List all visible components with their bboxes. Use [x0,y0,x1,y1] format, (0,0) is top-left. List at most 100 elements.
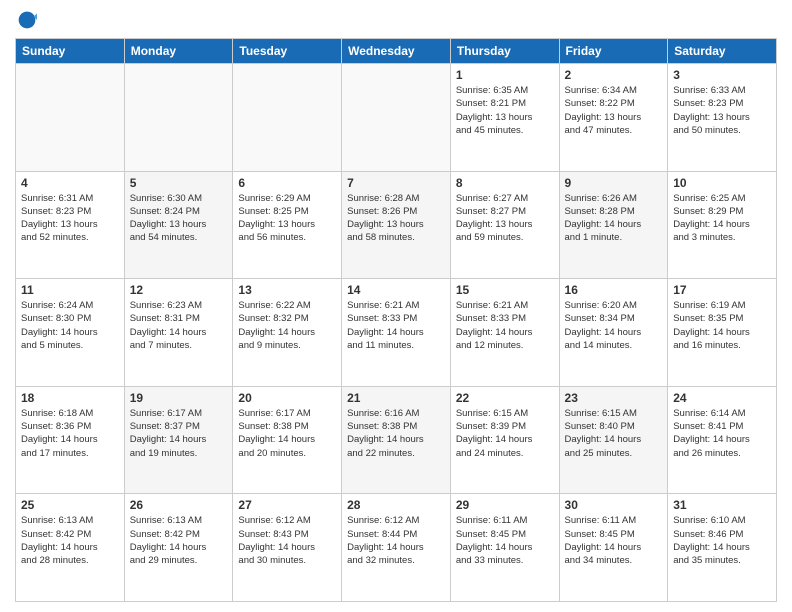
day-info: Sunrise: 6:15 AM Sunset: 8:40 PM Dayligh… [565,407,663,460]
week-row-1: 1 Sunrise: 6:35 AM Sunset: 8:21 PM Daylig… [16,64,777,172]
calendar-cell: 26 Sunrise: 6:13 AM Sunset: 8:42 PM Dayli… [124,494,233,602]
header-day-monday: Monday [124,39,233,64]
header-day-thursday: Thursday [450,39,559,64]
calendar-cell: 31 Sunrise: 6:10 AM Sunset: 8:46 PM Dayli… [668,494,777,602]
calendar-cell: 4Sunrise: 6:31 AM Sunset: 8:23 PM Daylig… [16,171,125,279]
day-number: 15 [456,283,554,297]
day-number: 16 [565,283,663,297]
day-info: Sunrise: 6:35 AM Sunset: 8:21 PM Dayligh… [456,84,554,137]
week-row-5: 25 Sunrise: 6:13 AM Sunset: 8:42 PM Dayli… [16,494,777,602]
day-info: Sunrise: 6:27 AM Sunset: 8:27 PM Dayligh… [456,192,554,245]
calendar-cell: 20Sunrise: 6:17 AM Sunset: 8:38 PM Dayli… [233,386,342,494]
day-info: Sunrise: 6:17 AM Sunset: 8:37 PM Dayligh… [130,407,228,460]
day-number: 18 [21,391,119,405]
day-info: Sunrise: 6:10 AM Sunset: 8:46 PM Dayligh… [673,514,771,567]
day-info: Sunrise: 6:12 AM Sunset: 8:43 PM Dayligh… [238,514,336,567]
header-row: SundayMondayTuesdayWednesdayThursdayFrid… [16,39,777,64]
day-info: Sunrise: 6:11 AM Sunset: 8:45 PM Dayligh… [565,514,663,567]
day-info: Sunrise: 6:13 AM Sunset: 8:42 PM Dayligh… [21,514,119,567]
calendar-cell: 7Sunrise: 6:28 AM Sunset: 8:26 PM Daylig… [342,171,451,279]
calendar-cell: 2 Sunrise: 6:34 AM Sunset: 8:22 PM Daylig… [559,64,668,172]
day-info: Sunrise: 6:23 AM Sunset: 8:31 PM Dayligh… [130,299,228,352]
calendar-cell: 16 Sunrise: 6:20 AM Sunset: 8:34 PM Dayli… [559,279,668,387]
calendar-cell: 6Sunrise: 6:29 AM Sunset: 8:25 PM Daylig… [233,171,342,279]
day-info: Sunrise: 6:29 AM Sunset: 8:25 PM Dayligh… [238,192,336,245]
day-info: Sunrise: 6:33 AM Sunset: 8:23 PM Dayligh… [673,84,771,137]
day-info: Sunrise: 6:21 AM Sunset: 8:33 PM Dayligh… [456,299,554,352]
day-number: 12 [130,283,228,297]
day-number: 1 [456,68,554,82]
day-number: 29 [456,498,554,512]
day-number: 30 [565,498,663,512]
day-number: 3 [673,68,771,82]
day-info: Sunrise: 6:17 AM Sunset: 8:38 PM Dayligh… [238,407,336,460]
header-day-saturday: Saturday [668,39,777,64]
calendar-cell: 29 Sunrise: 6:11 AM Sunset: 8:45 PM Dayli… [450,494,559,602]
page: SundayMondayTuesdayWednesdayThursdayFrid… [0,0,792,612]
header [15,10,777,30]
day-number: 21 [347,391,445,405]
header-day-sunday: Sunday [16,39,125,64]
day-info: Sunrise: 6:11 AM Sunset: 8:45 PM Dayligh… [456,514,554,567]
week-row-3: 11Sunrise: 6:24 AM Sunset: 8:30 PM Dayli… [16,279,777,387]
day-info: Sunrise: 6:34 AM Sunset: 8:22 PM Dayligh… [565,84,663,137]
calendar-cell [124,64,233,172]
day-info: Sunrise: 6:16 AM Sunset: 8:38 PM Dayligh… [347,407,445,460]
calendar-body: 1 Sunrise: 6:35 AM Sunset: 8:21 PM Daylig… [16,64,777,602]
day-info: Sunrise: 6:18 AM Sunset: 8:36 PM Dayligh… [21,407,119,460]
day-number: 9 [565,176,663,190]
day-info: Sunrise: 6:28 AM Sunset: 8:26 PM Dayligh… [347,192,445,245]
logo [15,10,37,30]
calendar-cell [342,64,451,172]
day-number: 25 [21,498,119,512]
day-info: Sunrise: 6:12 AM Sunset: 8:44 PM Dayligh… [347,514,445,567]
day-info: Sunrise: 6:30 AM Sunset: 8:24 PM Dayligh… [130,192,228,245]
calendar-cell: 9 Sunrise: 6:26 AM Sunset: 8:28 PM Daylig… [559,171,668,279]
calendar-cell: 24 Sunrise: 6:14 AM Sunset: 8:41 PM Dayli… [668,386,777,494]
header-day-tuesday: Tuesday [233,39,342,64]
day-info: Sunrise: 6:22 AM Sunset: 8:32 PM Dayligh… [238,299,336,352]
day-info: Sunrise: 6:31 AM Sunset: 8:23 PM Dayligh… [21,192,119,245]
day-number: 13 [238,283,336,297]
calendar-cell: 21 Sunrise: 6:16 AM Sunset: 8:38 PM Dayli… [342,386,451,494]
calendar-cell: 15 Sunrise: 6:21 AM Sunset: 8:33 PM Dayli… [450,279,559,387]
calendar-cell: 17 Sunrise: 6:19 AM Sunset: 8:35 PM Dayli… [668,279,777,387]
day-info: Sunrise: 6:14 AM Sunset: 8:41 PM Dayligh… [673,407,771,460]
calendar-cell: 25 Sunrise: 6:13 AM Sunset: 8:42 PM Dayli… [16,494,125,602]
day-info: Sunrise: 6:13 AM Sunset: 8:42 PM Dayligh… [130,514,228,567]
calendar-cell: 8Sunrise: 6:27 AM Sunset: 8:27 PM Daylig… [450,171,559,279]
day-number: 19 [130,391,228,405]
day-number: 24 [673,391,771,405]
day-number: 26 [130,498,228,512]
day-number: 2 [565,68,663,82]
day-number: 5 [130,176,228,190]
day-info: Sunrise: 6:20 AM Sunset: 8:34 PM Dayligh… [565,299,663,352]
day-number: 22 [456,391,554,405]
calendar-header: SundayMondayTuesdayWednesdayThursdayFrid… [16,39,777,64]
calendar-cell: 23 Sunrise: 6:15 AM Sunset: 8:40 PM Dayli… [559,386,668,494]
calendar-cell: 28Sunrise: 6:12 AM Sunset: 8:44 PM Dayli… [342,494,451,602]
header-day-wednesday: Wednesday [342,39,451,64]
day-number: 10 [673,176,771,190]
week-row-2: 4Sunrise: 6:31 AM Sunset: 8:23 PM Daylig… [16,171,777,279]
calendar-cell: 18 Sunrise: 6:18 AM Sunset: 8:36 PM Dayli… [16,386,125,494]
day-info: Sunrise: 6:26 AM Sunset: 8:28 PM Dayligh… [565,192,663,245]
calendar-cell [233,64,342,172]
day-number: 31 [673,498,771,512]
day-info: Sunrise: 6:25 AM Sunset: 8:29 PM Dayligh… [673,192,771,245]
calendar-cell: 14Sunrise: 6:21 AM Sunset: 8:33 PM Dayli… [342,279,451,387]
day-number: 14 [347,283,445,297]
calendar-cell: 22Sunrise: 6:15 AM Sunset: 8:39 PM Dayli… [450,386,559,494]
calendar-cell [16,64,125,172]
logo-text [15,10,37,30]
calendar-cell: 11Sunrise: 6:24 AM Sunset: 8:30 PM Dayli… [16,279,125,387]
day-number: 17 [673,283,771,297]
header-day-friday: Friday [559,39,668,64]
day-number: 23 [565,391,663,405]
week-row-4: 18 Sunrise: 6:18 AM Sunset: 8:36 PM Dayli… [16,386,777,494]
calendar-cell: 13 Sunrise: 6:22 AM Sunset: 8:32 PM Dayli… [233,279,342,387]
day-info: Sunrise: 6:19 AM Sunset: 8:35 PM Dayligh… [673,299,771,352]
calendar-cell: 10 Sunrise: 6:25 AM Sunset: 8:29 PM Dayli… [668,171,777,279]
logo-icon [17,10,37,30]
calendar-table: SundayMondayTuesdayWednesdayThursdayFrid… [15,38,777,602]
